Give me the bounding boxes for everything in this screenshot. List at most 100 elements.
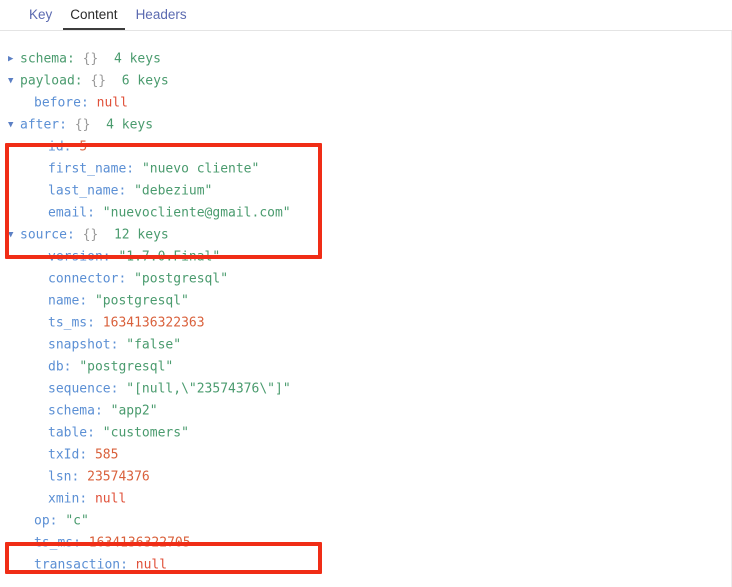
- tree-spacer: ▶: [36, 334, 48, 356]
- json-colon: :: [87, 425, 103, 441]
- json-object-brace: {}: [82, 51, 99, 67]
- json-row-ts_ms[interactable]: ▶ts_ms: 1634136322705: [0, 532, 731, 554]
- json-value: null: [94, 491, 127, 507]
- tree-spacer: ▶: [36, 488, 48, 510]
- json-row-schema[interactable]: ▶ schema: {} 4 keys: [0, 48, 731, 70]
- tree-spacer: ▶: [22, 510, 34, 532]
- json-row-name[interactable]: ▶name: "postgresql": [0, 290, 731, 312]
- json-row-id[interactable]: ▶id: 5: [0, 136, 731, 158]
- json-key: schema: [48, 403, 95, 419]
- chevron-down-icon[interactable]: ▼: [8, 224, 20, 246]
- tab-key[interactable]: Key: [22, 7, 59, 31]
- json-row-lsn[interactable]: ▶lsn: 23574376: [0, 466, 731, 488]
- json-gap: [106, 74, 122, 89]
- tab-content[interactable]: Content: [63, 7, 125, 30]
- json-row-last_name[interactable]: ▶last_name: "debezium": [0, 180, 731, 202]
- json-row-version[interactable]: ▶version: "1.7.0.Final": [0, 246, 731, 268]
- json-value: "1.7.0.Final": [118, 249, 221, 265]
- json-key: version: [48, 249, 103, 265]
- tree-spacer: ▶: [22, 554, 34, 576]
- json-key-count: 6 keys: [121, 73, 169, 89]
- json-value: "[null,\"23574376\"]": [126, 381, 291, 397]
- json-key: ts_ms: [34, 535, 74, 551]
- json-row-schema[interactable]: ▶schema: "app2": [0, 400, 731, 422]
- json-row-sequence[interactable]: ▶sequence: "[null,\"23574376\"]": [0, 378, 731, 400]
- json-row-email[interactable]: ▶email: "nuevocliente@gmail.com": [0, 202, 731, 224]
- json-colon: :: [63, 359, 80, 375]
- json-value: "nuevo cliente": [141, 161, 260, 177]
- json-colon: :: [66, 51, 83, 67]
- chevron-right-icon[interactable]: ▶: [8, 48, 20, 70]
- tree-spacer: ▶: [36, 290, 48, 312]
- json-row-table[interactable]: ▶table: "customers": [0, 422, 731, 444]
- tree-spacer: ▶: [36, 158, 48, 180]
- tree-spacer: ▶: [36, 444, 48, 466]
- json-value: 1634136322705: [88, 535, 191, 551]
- json-colon: :: [79, 491, 95, 507]
- json-gap: [98, 228, 114, 243]
- chevron-down-icon[interactable]: ▼: [8, 70, 20, 92]
- json-row-op[interactable]: ▶op: "c": [0, 510, 731, 532]
- json-value: null: [96, 95, 128, 111]
- json-gap: [90, 118, 106, 133]
- tab-bar: Key Content Headers: [0, 0, 732, 31]
- json-row-source[interactable]: ▼ source: {} 12 keys: [0, 224, 731, 246]
- json-key: op: [34, 513, 50, 529]
- json-row-txId[interactable]: ▶txId: 585: [0, 444, 731, 466]
- json-colon: :: [79, 447, 95, 463]
- json-row-xmin[interactable]: ▶xmin: null: [0, 488, 731, 510]
- json-colon: :: [118, 271, 135, 287]
- json-value: "c": [65, 513, 89, 529]
- tree-spacer: ▶: [36, 136, 48, 158]
- json-colon: :: [59, 117, 75, 133]
- json-colon: :: [79, 293, 95, 309]
- json-value: 585: [94, 447, 119, 463]
- json-key: after: [20, 117, 60, 133]
- json-value: 5: [79, 139, 88, 155]
- json-tree-viewer[interactable]: ▶schema: {} 4 keys▼payload: {} 6 keys▶be…: [0, 48, 731, 576]
- json-row-db[interactable]: ▶db: "postgresql": [0, 356, 731, 378]
- json-key: connector: [48, 271, 119, 287]
- json-key: before: [34, 95, 81, 111]
- json-key: payload: [20, 73, 75, 89]
- json-object-brace: {}: [90, 73, 107, 89]
- json-row-ts_ms[interactable]: ▶ts_ms: 1634136322363: [0, 312, 731, 334]
- json-key: db: [48, 359, 64, 375]
- json-key: id: [48, 139, 64, 155]
- json-key: xmin: [48, 491, 80, 507]
- json-value: null: [135, 557, 168, 573]
- json-row-after[interactable]: ▼ after: {} 4 keys: [0, 114, 731, 136]
- json-value: 1634136322363: [102, 315, 205, 331]
- tree-spacer: ▶: [36, 378, 48, 400]
- json-value: "app2": [110, 403, 158, 419]
- json-colon: :: [110, 381, 127, 397]
- json-row-snapshot[interactable]: ▶snapshot: "false": [0, 334, 731, 356]
- json-key: schema: [20, 51, 67, 67]
- json-row-transaction[interactable]: ▶transaction: null: [0, 554, 731, 576]
- tree-spacer: ▶: [36, 312, 48, 334]
- json-row-before[interactable]: ▶before: null: [0, 92, 731, 114]
- json-key: sequence: [48, 381, 111, 397]
- json-row-connector[interactable]: ▶connector: "postgresql": [0, 268, 731, 290]
- tab-headers[interactable]: Headers: [129, 7, 194, 31]
- json-key: lsn: [48, 469, 72, 485]
- json-row-payload[interactable]: ▼ payload: {} 6 keys: [0, 70, 731, 92]
- json-colon: :: [49, 513, 66, 529]
- json-colon: :: [102, 249, 119, 265]
- content-panel: ▶schema: {} 4 keys▼payload: {} 6 keys▶be…: [0, 31, 732, 587]
- chevron-down-icon[interactable]: ▼: [8, 114, 20, 136]
- json-key: last_name: [48, 183, 119, 199]
- json-row-first_name[interactable]: ▶first_name: "nuevo cliente": [0, 158, 731, 180]
- tree-spacer: ▶: [22, 532, 34, 554]
- json-colon: :: [126, 161, 142, 177]
- json-colon: :: [87, 315, 103, 331]
- tree-spacer: ▶: [36, 466, 48, 488]
- json-colon: :: [63, 139, 80, 155]
- tree-spacer: ▶: [36, 202, 48, 224]
- json-value: "postgresql": [94, 293, 189, 309]
- tree-spacer: ▶: [36, 356, 48, 378]
- json-value: "customers": [102, 425, 189, 441]
- json-object-brace: {}: [74, 117, 91, 133]
- json-colon: :: [94, 403, 111, 419]
- tree-spacer: ▶: [36, 268, 48, 290]
